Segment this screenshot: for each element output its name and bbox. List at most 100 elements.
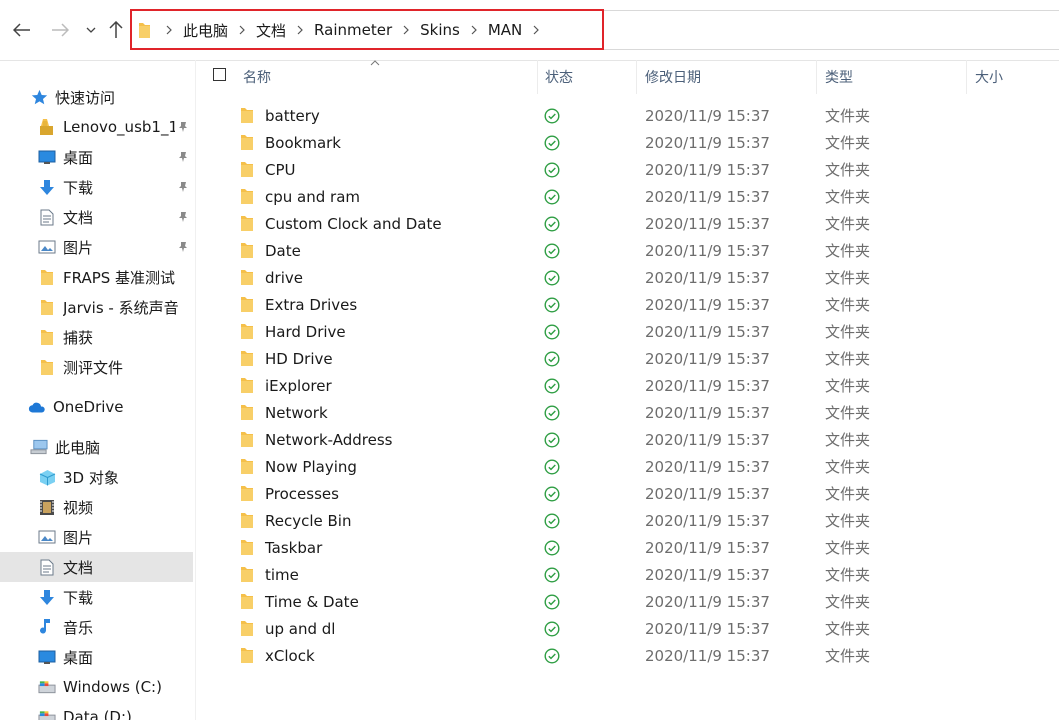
sidebar-item[interactable]: 下载 — [0, 172, 193, 202]
sidebar-item[interactable]: Lenovo_usb1_1 — [0, 112, 193, 142]
table-row[interactable]: iExplorer 2020/11/9 15:37 文件夹 — [195, 372, 1059, 399]
folder-icon — [38, 268, 56, 286]
sidebar-item[interactable]: 音乐 — [0, 612, 193, 642]
table-row[interactable]: Taskbar 2020/11/9 15:37 文件夹 — [195, 534, 1059, 561]
file-name: Extra Drives — [265, 295, 358, 314]
file-type: 文件夹 — [825, 512, 871, 530]
breadcrumb-item-rainmeter[interactable]: Rainmeter — [312, 21, 394, 39]
breadcrumb-item-skins[interactable]: Skins — [418, 21, 462, 39]
sidebar-item[interactable]: 此电脑 — [0, 432, 193, 462]
folder-icon — [38, 298, 56, 316]
table-row[interactable]: Extra Drives 2020/11/9 15:37 文件夹 — [195, 291, 1059, 318]
folder-icon — [241, 318, 253, 345]
column-header-size[interactable]: 大小 — [975, 60, 1003, 94]
download-icon — [38, 178, 56, 196]
sidebar-item[interactable]: 下载 — [0, 582, 193, 612]
file-date-modified: 2020/11/9 15:37 — [645, 484, 770, 503]
sidebar-item[interactable]: 视频 — [0, 492, 193, 522]
sidebar-item[interactable]: 图片 — [0, 522, 193, 552]
folder-icon — [38, 358, 56, 376]
table-row[interactable]: Network-Address 2020/11/9 15:37 文件夹 — [195, 426, 1059, 453]
folder-icon — [241, 453, 253, 480]
table-row[interactable]: Recycle Bin 2020/11/9 15:37 文件夹 — [195, 507, 1059, 534]
chevron-right-icon[interactable] — [394, 25, 418, 35]
sidebar-item-label: 下载 — [63, 178, 94, 197]
sidebar-item[interactable]: 文档 — [0, 202, 193, 232]
column-header-date-modified[interactable]: 修改日期 — [645, 60, 701, 94]
folder-icon — [241, 480, 253, 507]
file-name: xClock — [265, 646, 315, 665]
table-row[interactable]: Hard Drive 2020/11/9 15:37 文件夹 — [195, 318, 1059, 345]
sidebar-item[interactable]: OneDrive — [0, 392, 193, 422]
table-row[interactable]: Bookmark 2020/11/9 15:37 文件夹 — [195, 129, 1059, 156]
sidebar-item[interactable]: FRAPS 基准测试 — [0, 262, 193, 292]
sidebar-item[interactable]: 文档 — [0, 552, 193, 582]
table-row[interactable]: up and dl 2020/11/9 15:37 文件夹 — [195, 615, 1059, 642]
sidebar-item[interactable]: Jarvis - 系统声音 — [0, 292, 193, 322]
file-type: 文件夹 — [825, 323, 871, 341]
recent-locations-button[interactable] — [79, 18, 103, 42]
folder-icon — [241, 264, 253, 291]
file-type: 文件夹 — [825, 431, 871, 449]
table-row[interactable]: CPU 2020/11/9 15:37 文件夹 — [195, 156, 1059, 183]
folder-icon — [241, 210, 253, 237]
column-divider[interactable] — [636, 60, 637, 94]
sidebar-item[interactable]: 捕获 — [0, 322, 193, 352]
table-row[interactable]: HD Drive 2020/11/9 15:37 文件夹 — [195, 345, 1059, 372]
forward-button[interactable] — [48, 18, 72, 42]
sidebar-item[interactable]: 桌面 — [0, 642, 193, 672]
table-row[interactable]: drive 2020/11/9 15:37 文件夹 — [195, 264, 1059, 291]
pin-icon[interactable] — [177, 239, 189, 257]
check-circle-icon — [544, 426, 560, 453]
sidebar-item[interactable]: Data (D:) — [0, 702, 193, 720]
check-circle-icon — [544, 534, 560, 561]
table-row[interactable]: Custom Clock and Date 2020/11/9 15:37 文件夹 — [195, 210, 1059, 237]
breadcrumb-item-man[interactable]: MAN — [486, 21, 524, 39]
pin-icon[interactable] — [177, 179, 189, 197]
back-button[interactable] — [10, 18, 34, 42]
sidebar-item[interactable]: 图片 — [0, 232, 193, 262]
file-date-modified: 2020/11/9 15:37 — [645, 646, 770, 665]
column-header-type[interactable]: 类型 — [825, 60, 853, 94]
file-name: Custom Clock and Date — [265, 214, 442, 233]
sidebar-item[interactable]: 3D 对象 — [0, 462, 193, 492]
chevron-right-icon[interactable] — [288, 25, 312, 35]
chevron-right-icon[interactable] — [462, 25, 486, 35]
check-circle-icon — [544, 291, 560, 318]
chevron-right-icon[interactable] — [230, 25, 254, 35]
pin-icon[interactable] — [177, 209, 189, 227]
sidebar-item[interactable]: 桌面 — [0, 142, 193, 172]
column-header-status[interactable]: 状态 — [545, 60, 573, 94]
chevron-right-icon[interactable] — [157, 25, 181, 35]
table-row[interactable]: Processes 2020/11/9 15:37 文件夹 — [195, 480, 1059, 507]
breadcrumb-item-this-pc[interactable]: 此电脑 — [181, 20, 230, 41]
table-row[interactable]: battery 2020/11/9 15:37 文件夹 — [195, 102, 1059, 129]
file-date-modified: 2020/11/9 15:37 — [645, 403, 770, 422]
column-divider[interactable] — [966, 60, 967, 94]
table-row[interactable]: Date 2020/11/9 15:37 文件夹 — [195, 237, 1059, 264]
pin-icon[interactable] — [177, 119, 189, 137]
column-header-name[interactable]: 名称 — [243, 60, 271, 94]
check-circle-icon — [544, 561, 560, 588]
chevron-right-icon[interactable] — [524, 25, 548, 35]
sidebar-item-label: OneDrive — [53, 398, 124, 416]
folder-icon — [241, 507, 253, 534]
up-button[interactable] — [104, 18, 128, 42]
table-row[interactable]: Network 2020/11/9 15:37 文件夹 — [195, 399, 1059, 426]
sidebar-item[interactable]: 快速访问 — [0, 82, 193, 112]
file-date-modified: 2020/11/9 15:37 — [645, 565, 770, 584]
sidebar-item[interactable]: Windows (C:) — [0, 672, 193, 702]
pin-icon[interactable] — [177, 149, 189, 167]
table-row[interactable]: time 2020/11/9 15:37 文件夹 — [195, 561, 1059, 588]
column-divider[interactable] — [816, 60, 817, 94]
column-divider[interactable] — [537, 60, 538, 94]
table-row[interactable]: cpu and ram 2020/11/9 15:37 文件夹 — [195, 183, 1059, 210]
usb-drive-icon — [38, 118, 56, 136]
breadcrumb-item-documents[interactable]: 文档 — [254, 20, 288, 41]
table-row[interactable]: xClock 2020/11/9 15:37 文件夹 — [195, 642, 1059, 669]
table-row[interactable]: Time & Date 2020/11/9 15:37 文件夹 — [195, 588, 1059, 615]
sidebar-item[interactable]: 测评文件 — [0, 352, 193, 382]
table-row[interactable]: Now Playing 2020/11/9 15:37 文件夹 — [195, 453, 1059, 480]
file-date-modified: 2020/11/9 15:37 — [645, 376, 770, 395]
file-date-modified: 2020/11/9 15:37 — [645, 538, 770, 557]
